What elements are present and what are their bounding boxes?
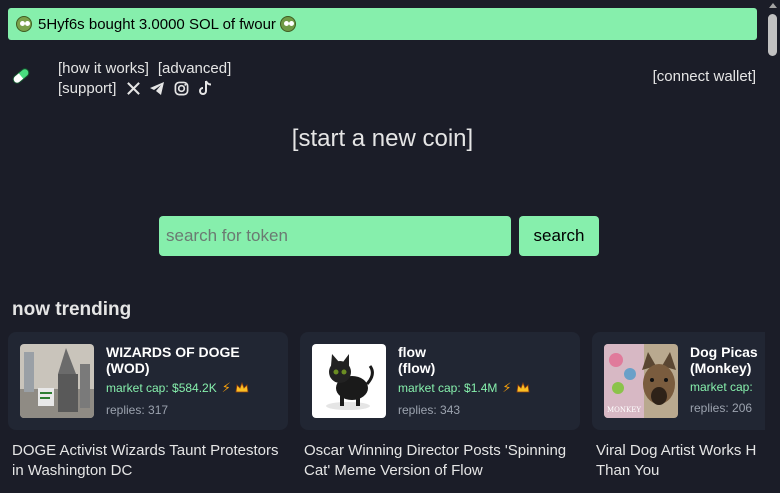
page-scrollbar[interactable] bbox=[765, 0, 780, 493]
support-link[interactable]: [support] bbox=[58, 80, 116, 97]
replies-count: replies: 343 bbox=[398, 403, 461, 417]
scrollbar-thumb[interactable] bbox=[768, 14, 777, 56]
token-ticker: (flow) bbox=[398, 360, 436, 376]
lightning-icon: ⚡ bbox=[221, 380, 231, 395]
headline-line: Oscar Winning Director Posts 'Spinning bbox=[304, 442, 567, 459]
advanced-link[interactable]: [advanced] bbox=[158, 60, 231, 77]
token-ticker: (Monkey) bbox=[690, 360, 752, 376]
tiktok-icon[interactable] bbox=[197, 80, 213, 96]
pill-logo-icon[interactable] bbox=[11, 66, 31, 86]
market-cap: market cap: $1.4M bbox=[398, 381, 498, 395]
trending-card-monkey[interactable]: MONKEY Dog Picas (Monkey) market cap: re… bbox=[592, 332, 765, 430]
token-image-dog-painting: MONKEY bbox=[604, 344, 678, 418]
trending-card-flow[interactable]: flow (flow) market cap: $1.4M ⚡ replies:… bbox=[300, 332, 580, 430]
search-input[interactable] bbox=[159, 216, 511, 256]
trending-headline-monkey[interactable]: Viral Dog Artist Works H Than You bbox=[596, 441, 766, 481]
token-image-black-cat bbox=[312, 344, 386, 418]
scroll-up-arrow-icon[interactable] bbox=[769, 3, 777, 8]
headline-line: Than You bbox=[596, 462, 660, 479]
search-button[interactable]: search bbox=[519, 216, 599, 256]
trending-section-title: now trending bbox=[12, 299, 132, 320]
how-it-works-link[interactable]: [how it works] bbox=[58, 60, 149, 77]
connect-wallet-button[interactable]: [connect wallet] bbox=[653, 68, 756, 85]
replies-count: replies: 206 bbox=[690, 401, 753, 415]
token-avatar-icon bbox=[279, 16, 296, 32]
crown-icon bbox=[235, 382, 249, 393]
ticker-text: 5Hyf6s bought 3.0000 SOL of fwour bbox=[38, 15, 276, 33]
token-name: WIZARDS OF DOGE bbox=[106, 344, 240, 360]
market-cap: market cap: $584.2K bbox=[106, 381, 217, 395]
top-nav: [how it works] [advanced] [support] bbox=[58, 58, 240, 98]
start-new-coin-link[interactable]: [start a new coin] bbox=[0, 125, 765, 153]
x-twitter-icon[interactable] bbox=[125, 80, 141, 96]
lightning-icon: ⚡ bbox=[502, 380, 512, 395]
trending-headline-flow[interactable]: Oscar Winning Director Posts 'Spinning C… bbox=[304, 441, 584, 481]
replies-count: replies: 317 bbox=[106, 403, 169, 417]
token-image-wizards bbox=[20, 344, 94, 418]
trending-headline-wod[interactable]: DOGE Activist Wizards Taunt Protestors i… bbox=[12, 441, 292, 481]
pepe-avatar-icon bbox=[16, 16, 32, 32]
token-ticker: (WOD) bbox=[106, 360, 150, 376]
telegram-icon[interactable] bbox=[149, 80, 165, 96]
headline-line: in Washington DC bbox=[12, 462, 133, 479]
token-name: flow bbox=[398, 344, 426, 360]
image-caption: MONKEY bbox=[607, 406, 641, 414]
token-name: Dog Picas bbox=[690, 344, 758, 360]
headline-line: Viral Dog Artist Works H bbox=[596, 442, 757, 459]
crown-icon bbox=[516, 382, 529, 393]
instagram-icon[interactable] bbox=[173, 80, 189, 96]
trade-ticker-banner[interactable]: 5Hyf6s bought 3.0000 SOL of fwour bbox=[8, 8, 757, 40]
headline-line: DOGE Activist Wizards Taunt Protestors bbox=[12, 442, 279, 459]
headline-line: Cat' Meme Version of Flow bbox=[304, 462, 483, 479]
trending-card-wod[interactable]: WIZARDS OF DOGE (WOD) market cap: $584.2… bbox=[8, 332, 288, 430]
market-cap: market cap: bbox=[690, 380, 753, 394]
